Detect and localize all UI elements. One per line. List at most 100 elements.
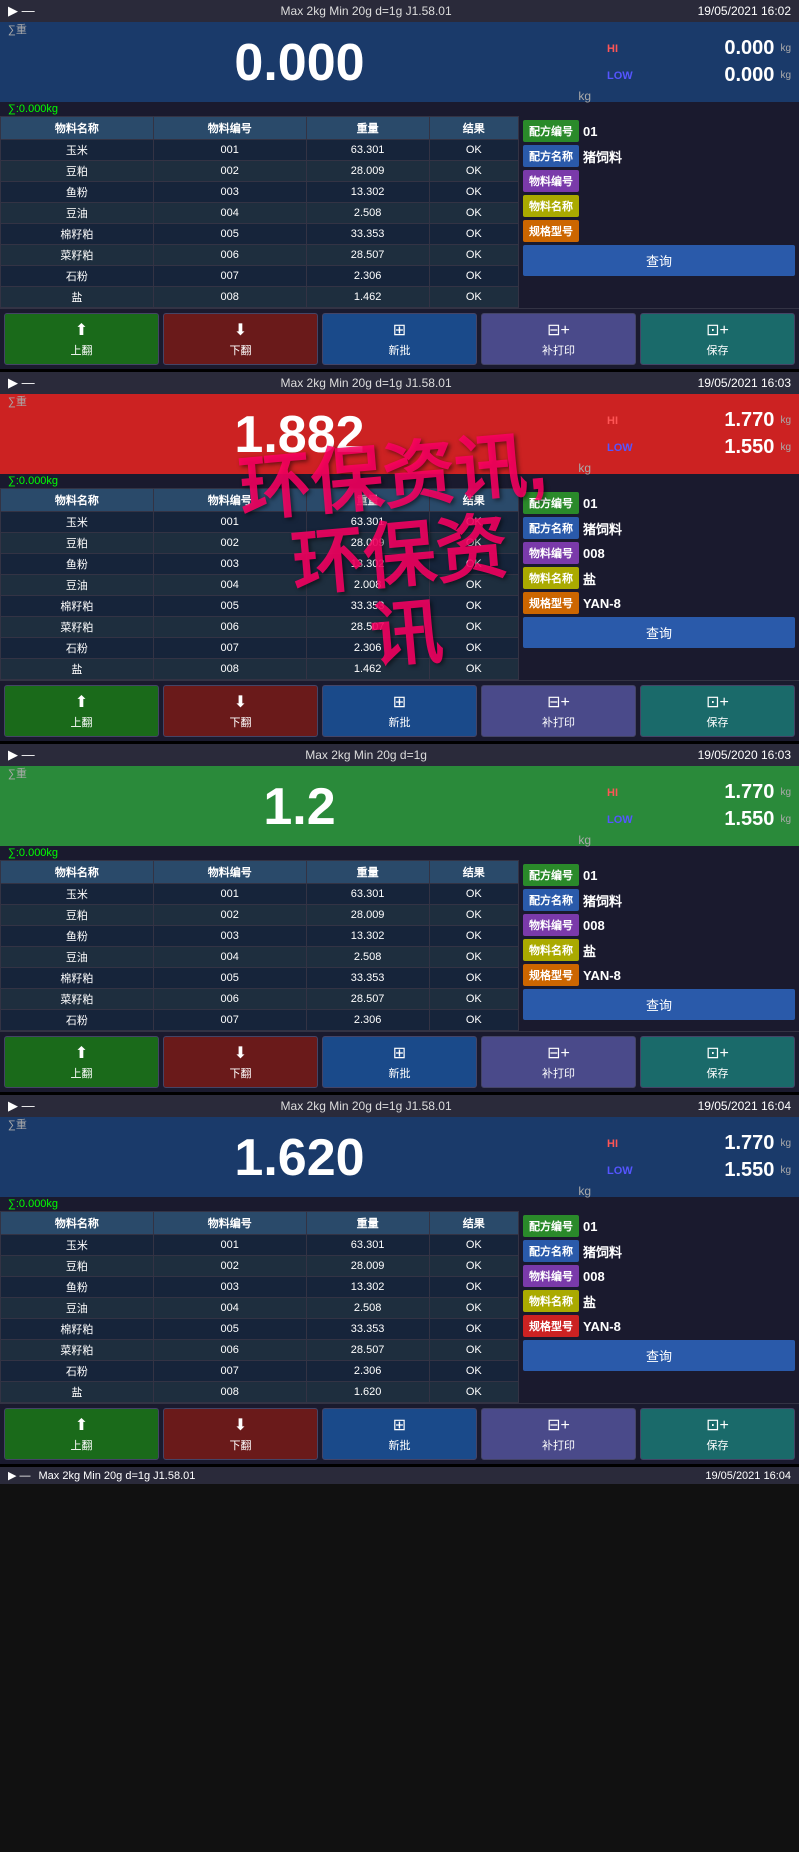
main-weight: 1.882: [8, 409, 591, 461]
info-value: 01: [583, 868, 597, 883]
info-row: 规格型号 YAN-8: [523, 1315, 795, 1337]
table-row: 玉米00163.301OK: [1, 140, 519, 161]
query-button[interactable]: 查询: [523, 245, 795, 276]
info-value: YAN-8: [583, 1319, 621, 1334]
weight-display-right: HI 1.770 kg LOW 1.550 kg: [599, 1117, 799, 1197]
btn-icon: ⬇: [234, 320, 247, 340]
datetime: 19/05/2020 16:03: [698, 748, 791, 762]
datetime: 19/05/2021 16:03: [698, 376, 791, 390]
toolbar-btn-上翻[interactable]: ⬆ 上翻: [4, 1036, 159, 1088]
info-row: 配方编号 01: [523, 120, 795, 142]
query-button[interactable]: 查询: [523, 989, 795, 1020]
hi-value: 0.000: [638, 37, 774, 60]
info-row: 规格型号 YAN-8: [523, 964, 795, 986]
info-badge: 物料编号: [523, 170, 579, 192]
specs-text: Max 2kg Min 20g d=1g J1.58.01: [281, 4, 452, 18]
table-row: 菜籽粕00628.507OK: [1, 1340, 519, 1361]
toolbar-btn-新批[interactable]: ⊞ 新批: [322, 685, 477, 737]
weight-display-right: HI 0.000 kg LOW 0.000 kg: [599, 22, 799, 102]
toolbar-btn-新批[interactable]: ⊞ 新批: [322, 1408, 477, 1460]
status-icon: ▶ —: [8, 1098, 35, 1114]
toolbar-btn-下翻[interactable]: ⬇ 下翻: [163, 1036, 318, 1088]
query-button[interactable]: 查询: [523, 1340, 795, 1371]
center-info: Max 2kg Min 20g d=1g J1.58.01: [281, 376, 452, 390]
low-unit: kg: [780, 442, 791, 453]
center-info: Max 2kg Min 20g d=1g: [305, 748, 427, 762]
toolbar-btn-新批[interactable]: ⊞ 新批: [322, 1036, 477, 1088]
table-header: 重量: [306, 117, 429, 140]
info-value: 盐: [583, 941, 596, 960]
btn-label: 补打印: [542, 1065, 575, 1081]
specs-text: Max 2kg Min 20g d=1g: [305, 748, 427, 762]
query-button[interactable]: 查询: [523, 617, 795, 648]
table-row: 石粉0072.306OK: [1, 266, 519, 287]
table-header: 物料名称: [1, 489, 154, 512]
table-header: 重量: [306, 489, 429, 512]
toolbar-btn-下翻[interactable]: ⬇ 下翻: [163, 1408, 318, 1460]
table-header: 重量: [306, 861, 429, 884]
status-bar: ▶ — Max 2kg Min 20g d=1g 19/05/2020 16:0…: [0, 744, 799, 766]
hi-label: HI: [607, 787, 632, 799]
low-label: LOW: [607, 814, 632, 826]
info-badge: 配方编号: [523, 492, 579, 514]
toolbar-btn-上翻[interactable]: ⬆ 上翻: [4, 1408, 159, 1460]
toolbar-btn-补打印[interactable]: ⊟+ 补打印: [481, 1036, 636, 1088]
info-value: 猪饲料: [583, 1242, 622, 1261]
table-header: 结果: [429, 1212, 518, 1235]
toolbar: ⬆ 上翻 ⬇ 下翻 ⊞ 新批 ⊟+ 补打印 ⊡+ 保存: [0, 1031, 799, 1092]
hi-row: HI 1.770 kg: [607, 781, 791, 804]
toolbar-btn-保存[interactable]: ⊡+ 保存: [640, 685, 795, 737]
left-icons: ▶ —: [8, 375, 35, 391]
toolbar-btn-保存[interactable]: ⊡+ 保存: [640, 1036, 795, 1088]
table-row: 棉籽粕00533.353OK: [1, 596, 519, 617]
low-value: 1.550: [638, 808, 774, 831]
hi-value: 1.770: [638, 409, 774, 432]
info-value: 猪饲料: [583, 891, 622, 910]
weight-display-left: ∑重 1.2 kg: [0, 766, 599, 846]
low-label: LOW: [607, 70, 632, 82]
info-row: 物料名称: [523, 195, 795, 217]
toolbar-btn-上翻[interactable]: ⬆ 上翻: [4, 313, 159, 365]
toolbar-btn-下翻[interactable]: ⬇ 下翻: [163, 313, 318, 365]
info-badge: 物料编号: [523, 914, 579, 936]
table-row: 盐0081.462OK: [1, 287, 519, 308]
toolbar-btn-保存[interactable]: ⊡+ 保存: [640, 1408, 795, 1460]
info-row: 配方编号 01: [523, 1215, 795, 1237]
status-bar: ▶ — Max 2kg Min 20g d=1g J1.58.01 19/05/…: [0, 372, 799, 394]
table-row: 盐0081.462OK: [1, 659, 519, 680]
toolbar-btn-下翻[interactable]: ⬇ 下翻: [163, 685, 318, 737]
toolbar-btn-保存[interactable]: ⊡+ 保存: [640, 313, 795, 365]
main-display: ∑重 0.000 kg HI 0.000 kg LOW 0.000 kg: [0, 22, 799, 102]
toolbar-btn-补打印[interactable]: ⊟+ 补打印: [481, 313, 636, 365]
info-value: YAN-8: [583, 596, 621, 611]
toolbar-btn-补打印[interactable]: ⊟+ 补打印: [481, 685, 636, 737]
table-row: 菜籽粕00628.507OK: [1, 989, 519, 1010]
weight-display-right: HI 1.770 kg LOW 1.550 kg: [599, 766, 799, 846]
info-value: 猪饲料: [583, 147, 622, 166]
datetime: 19/05/2021 16:02: [698, 4, 791, 18]
screen-panel-2: 环保资讯,环保资讯 ▶ — Max 2kg Min 20g d=1g J1.58…: [0, 372, 799, 744]
info-badge: 物料编号: [523, 542, 579, 564]
table-row: 棉籽粕00533.353OK: [1, 968, 519, 989]
info-badge: 配方名称: [523, 889, 579, 911]
toolbar-btn-新批[interactable]: ⊞ 新批: [322, 313, 477, 365]
table-row: 棉籽粕00533.353OK: [1, 224, 519, 245]
hi-row: HI 1.770 kg: [607, 1132, 791, 1155]
info-row: 物料名称 盐: [523, 939, 795, 961]
status-icon: ▶ —: [8, 3, 35, 19]
status-bar: ▶ — Max 2kg Min 20g d=1g J1.58.01 19/05/…: [0, 0, 799, 22]
specs-text: Max 2kg Min 20g d=1g J1.58.01: [281, 1099, 452, 1113]
btn-icon: ⬆: [75, 320, 88, 340]
weight-display-left: ∑重 0.000 kg: [0, 22, 599, 102]
info-value: 008: [583, 1269, 605, 1284]
info-badge: 物料名称: [523, 1290, 579, 1312]
bottom-icons: ▶ —: [8, 1469, 31, 1482]
btn-icon: ⊟+: [547, 320, 570, 340]
weight-display-left: ∑重 1.882 kg: [0, 394, 599, 474]
table-row: 玉米00163.301OK: [1, 512, 519, 533]
info-value: 008: [583, 918, 605, 933]
toolbar-btn-补打印[interactable]: ⊟+ 补打印: [481, 1408, 636, 1460]
low-row: LOW 0.000 kg: [607, 64, 791, 87]
toolbar-btn-上翻[interactable]: ⬆ 上翻: [4, 685, 159, 737]
table-header: 物料编号: [153, 861, 306, 884]
